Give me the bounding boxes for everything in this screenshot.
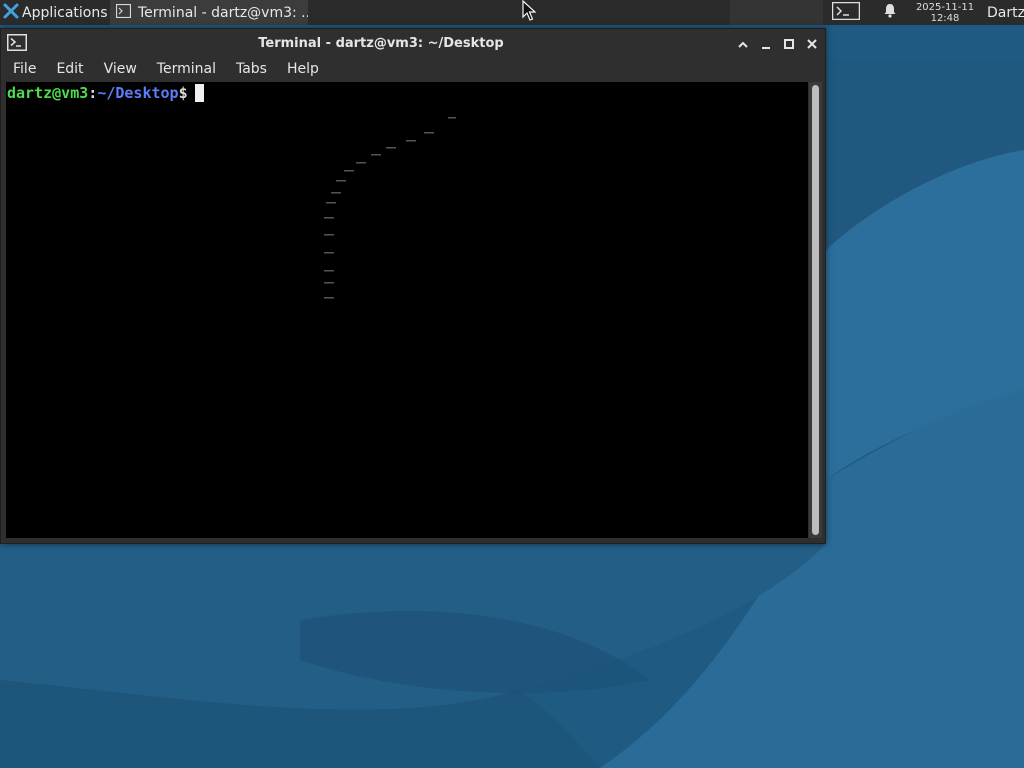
tray-terminal-launcher[interactable]: [829, 0, 863, 25]
applications-menu-button[interactable]: Applications ≡: [0, 0, 110, 25]
applications-label: Applications: [22, 4, 108, 21]
menu-view[interactable]: View: [96, 61, 145, 77]
window-title: Terminal - dartz@vm3: ~/Desktop: [258, 36, 504, 51]
menu-edit[interactable]: Edit: [48, 61, 91, 77]
menu-bar: File Edit View Terminal Tabs Help: [1, 58, 825, 80]
clock-time: 12:48: [930, 12, 960, 24]
clock-date: 2025-11-11: [915, 1, 975, 13]
user-menu-button[interactable]: Dartz: [987, 0, 1024, 25]
render-artifacts: [324, 117, 456, 299]
notifications-button[interactable]: [878, 0, 902, 25]
terminal-scrollbar[interactable]: [809, 82, 822, 538]
maximize-icon: [783, 35, 795, 54]
menu-tabs[interactable]: Tabs: [228, 61, 275, 77]
scrollbar-thumb[interactable]: [812, 85, 819, 535]
terminal-icon: [831, 1, 861, 24]
menu-terminal[interactable]: Terminal: [149, 61, 224, 77]
close-button[interactable]: [802, 34, 822, 54]
panel-spacer: [730, 0, 823, 25]
terminal-output-area[interactable]: dartz@vm3:~/Desktop$: [6, 82, 808, 538]
window-titlebar[interactable]: Terminal - dartz@vm3: ~/Desktop: [1, 29, 825, 58]
close-icon: [806, 35, 818, 54]
top-panel: Applications ≡ Terminal - dartz@vm3: ...: [0, 0, 1024, 25]
menu-file[interactable]: File: [5, 61, 44, 77]
terminal-icon: [115, 3, 132, 22]
bell-icon: [883, 3, 897, 22]
maximize-button[interactable]: [779, 34, 799, 54]
taskbar-item-label: Terminal - dartz@vm3: ...: [138, 4, 308, 21]
taskbar-terminal-window[interactable]: Terminal - dartz@vm3: ...: [110, 0, 308, 25]
chevron-up-icon: [737, 35, 749, 54]
minimize-button[interactable]: [756, 34, 776, 54]
xfce-logo-icon: [3, 3, 19, 23]
menu-help[interactable]: Help: [279, 61, 327, 77]
clock[interactable]: 2025-11-11 12:48: [908, 0, 982, 25]
user-name-label: Dartz: [987, 4, 1024, 21]
terminal-window: Terminal - dartz@vm3: ~/Desktop File Edi…: [0, 28, 826, 544]
shade-button[interactable]: [733, 34, 753, 54]
minimize-icon: [760, 35, 772, 54]
mouse-pointer-icon: [522, 0, 536, 21]
